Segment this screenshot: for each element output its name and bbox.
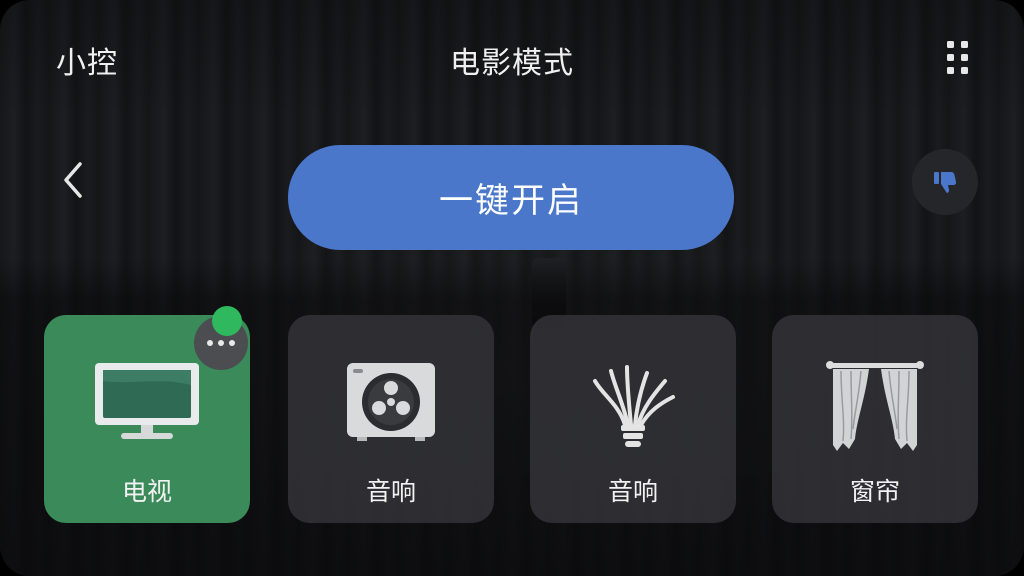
curtain-icon — [826, 361, 924, 451]
page-title: 电影模式 — [450, 46, 574, 81]
back-button[interactable] — [58, 160, 90, 200]
grid-dots-icon[interactable] — [947, 41, 971, 75]
device-cards: 电视 音响 音响 窗帘 — [44, 315, 980, 523]
light-bulb-icon — [593, 365, 675, 447]
tv-icon — [95, 363, 199, 439]
thumbs-down-icon — [934, 172, 957, 193]
more-dot — [207, 340, 213, 346]
device-card-light[interactable]: 音响 — [530, 315, 736, 523]
one-click-start-button[interactable]: 一键开启 — [288, 145, 734, 250]
more-dot — [229, 340, 235, 346]
device-label: 窗帘 — [849, 477, 900, 506]
device-card-speaker[interactable]: 音响 — [288, 315, 494, 523]
dislike-button[interactable] — [912, 149, 978, 215]
speaker-icon — [347, 363, 435, 441]
chevron-left-icon — [64, 162, 82, 198]
online-status-dot — [212, 306, 242, 336]
device-card-curtain[interactable]: 窗帘 — [772, 315, 978, 523]
device-label: 音响 — [607, 477, 658, 506]
device-label: 电视 — [121, 477, 172, 506]
screen: 小控 电影模式 一键开启 电视 音响 音响 窗帘 — [0, 0, 1024, 576]
more-dot — [218, 340, 224, 346]
device-label: 音响 — [365, 477, 416, 506]
